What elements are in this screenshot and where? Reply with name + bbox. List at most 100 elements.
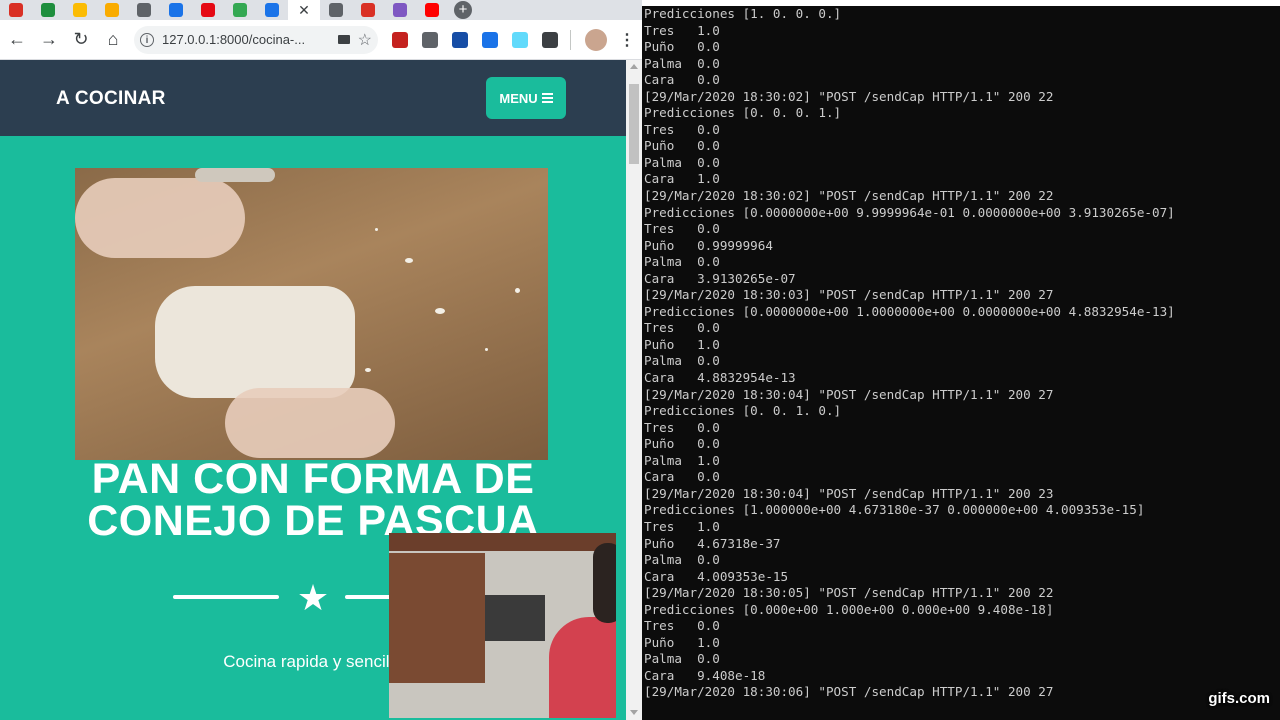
star-icon: ★ bbox=[296, 577, 330, 618]
more-menu-icon[interactable]: ⋮ bbox=[619, 30, 635, 50]
flour-speck bbox=[435, 308, 445, 314]
tab-0[interactable] bbox=[0, 0, 32, 20]
cabinet-image bbox=[389, 553, 485, 683]
back-icon[interactable]: ← bbox=[2, 25, 32, 55]
flour-speck bbox=[485, 348, 488, 351]
terminal-line: [29/Mar/2020 18:30:03] "POST /sendCap HT… bbox=[644, 287, 1054, 303]
cabinet-image bbox=[389, 533, 616, 551]
terminal-line: Cara 0.0 bbox=[644, 72, 720, 88]
netflix-icon bbox=[201, 3, 215, 17]
terminal-line: Puño 4.67318e-37 bbox=[644, 535, 781, 551]
tab-after-1[interactable] bbox=[352, 0, 384, 20]
tab-8[interactable] bbox=[256, 0, 288, 20]
terminal-line: Palma 0.0 bbox=[644, 552, 720, 568]
terminal-line: [29/Mar/2020 18:30:02] "POST /sendCap HT… bbox=[644, 88, 1054, 104]
profile-avatar[interactable] bbox=[585, 28, 607, 51]
tab-after-0[interactable] bbox=[320, 0, 352, 20]
extension-icon[interactable] bbox=[452, 31, 468, 48]
terminal-line: Puño 1.0 bbox=[644, 336, 720, 352]
terminal-line: Puño 1.0 bbox=[644, 634, 720, 650]
tab-5[interactable] bbox=[160, 0, 192, 20]
terminal-line: Tres 0.0 bbox=[644, 221, 720, 237]
drive-icon bbox=[41, 3, 55, 17]
terminal-window: Predicciones [1. 0. 0. 0.] Tres 1.0 Puño 0… bbox=[642, 0, 1280, 720]
terminal-line: Palma 0.0 bbox=[644, 55, 720, 71]
page-scrollbar[interactable] bbox=[626, 60, 642, 720]
hand-image bbox=[195, 168, 275, 182]
terminal-line: Cara 1.0 bbox=[644, 171, 720, 187]
gifs-watermark: gifs.com bbox=[1208, 690, 1270, 707]
menu-button[interactable]: MENU bbox=[486, 77, 566, 119]
extensions-area bbox=[378, 31, 558, 48]
info-icon[interactable]: i bbox=[140, 32, 154, 47]
site-brand[interactable]: A COCINAR bbox=[56, 88, 166, 110]
person-image bbox=[549, 617, 616, 718]
tab-4[interactable] bbox=[128, 0, 160, 20]
menu-label: MENU bbox=[499, 90, 538, 106]
webcam-overlay bbox=[389, 533, 616, 718]
hero-video[interactable] bbox=[75, 168, 548, 460]
divider-line bbox=[173, 595, 279, 599]
flour-speck bbox=[405, 258, 413, 263]
terminal-line: Tres 1.0 bbox=[644, 22, 720, 38]
tab-after-2[interactable] bbox=[384, 0, 416, 20]
app-icon bbox=[265, 3, 279, 17]
scroll-thumb[interactable] bbox=[629, 84, 639, 164]
new-tab-button[interactable]: + bbox=[452, 0, 474, 20]
tab-after-3[interactable] bbox=[416, 0, 448, 20]
url-text[interactable]: 127.0.0.1:8000/cocina-... bbox=[162, 32, 332, 47]
plus-icon: + bbox=[454, 1, 472, 19]
extension-icon[interactable] bbox=[482, 31, 498, 48]
microwave-image bbox=[485, 595, 545, 641]
toolbar-separator bbox=[570, 29, 571, 50]
terminal-line: Tres 0.0 bbox=[644, 121, 720, 137]
app-icon bbox=[233, 3, 247, 17]
camera-icon[interactable] bbox=[337, 35, 350, 44]
home-icon[interactable]: ⌂ bbox=[98, 25, 128, 55]
terminal-line: Puño 0.0 bbox=[644, 138, 720, 154]
tab-2[interactable] bbox=[64, 0, 96, 20]
terminal-line: Tres 0.0 bbox=[644, 320, 720, 336]
terminal-line: [29/Mar/2020 18:30:02] "POST /sendCap HT… bbox=[644, 188, 1054, 204]
terminal-line: Cara 4.8832954e-13 bbox=[644, 370, 796, 386]
terminal-line: Palma 0.0 bbox=[644, 254, 720, 270]
hand-image bbox=[75, 178, 245, 258]
close-tab-icon[interactable]: ✕ bbox=[298, 2, 310, 19]
terminal-line: Tres 1.0 bbox=[644, 518, 720, 534]
abp-icon[interactable] bbox=[392, 31, 408, 48]
emoji-icon bbox=[105, 3, 119, 17]
site-navbar: A COCINAR MENU bbox=[0, 60, 626, 136]
terminal-line: [29/Mar/2020 18:30:05] "POST /sendCap HT… bbox=[644, 585, 1054, 601]
terminal-line: Puño 0.0 bbox=[644, 39, 720, 55]
globe-icon bbox=[329, 3, 343, 17]
bookmark-star-icon[interactable]: ☆ bbox=[358, 30, 372, 50]
terminal-line: Predicciones [0.0000000e+00 9.9999964e-0… bbox=[644, 204, 1175, 220]
terminal-line: Predicciones [0.000e+00 1.000e+00 0.000e… bbox=[644, 601, 1054, 617]
flour-speck bbox=[375, 228, 378, 231]
tab-7[interactable] bbox=[224, 0, 256, 20]
gmail-icon bbox=[9, 3, 23, 17]
playlist-icon[interactable] bbox=[542, 31, 558, 48]
terminal-line: Cara 4.009353e-15 bbox=[644, 568, 789, 584]
scroll-up-icon[interactable] bbox=[630, 64, 638, 69]
terminal-line: Predicciones [1. 0. 0. 0.] bbox=[644, 6, 842, 21]
terminal-output: Predicciones [1. 0. 0. 0.] Tres 1.0 Puño 0… bbox=[644, 6, 1175, 701]
terminal-line: Palma 1.0 bbox=[644, 452, 720, 468]
tab-1[interactable] bbox=[32, 0, 64, 20]
tab-active[interactable]: ✕ bbox=[288, 0, 320, 20]
tab-3[interactable] bbox=[96, 0, 128, 20]
terminal-line: Palma 0.0 bbox=[644, 353, 720, 369]
cube-icon[interactable] bbox=[422, 31, 438, 48]
terminal-line: Palma 0.0 bbox=[644, 154, 720, 170]
react-icon[interactable] bbox=[512, 31, 528, 48]
app-icon bbox=[393, 3, 407, 17]
reload-icon[interactable]: ↻ bbox=[66, 25, 96, 55]
scroll-down-icon[interactable] bbox=[630, 710, 638, 715]
app-icon bbox=[361, 3, 375, 17]
address-bar[interactable]: i 127.0.0.1:8000/cocina-... ☆ bbox=[134, 25, 378, 54]
terminal-line: Predicciones [0.0000000e+00 1.0000000e+0… bbox=[644, 303, 1175, 319]
terminal-line: Predicciones [0. 0. 1. 0.] bbox=[644, 403, 842, 419]
terminal-line: [29/Mar/2020 18:30:04] "POST /sendCap HT… bbox=[644, 386, 1054, 402]
tab-6[interactable] bbox=[192, 0, 224, 20]
forward-icon[interactable]: → bbox=[34, 25, 64, 55]
